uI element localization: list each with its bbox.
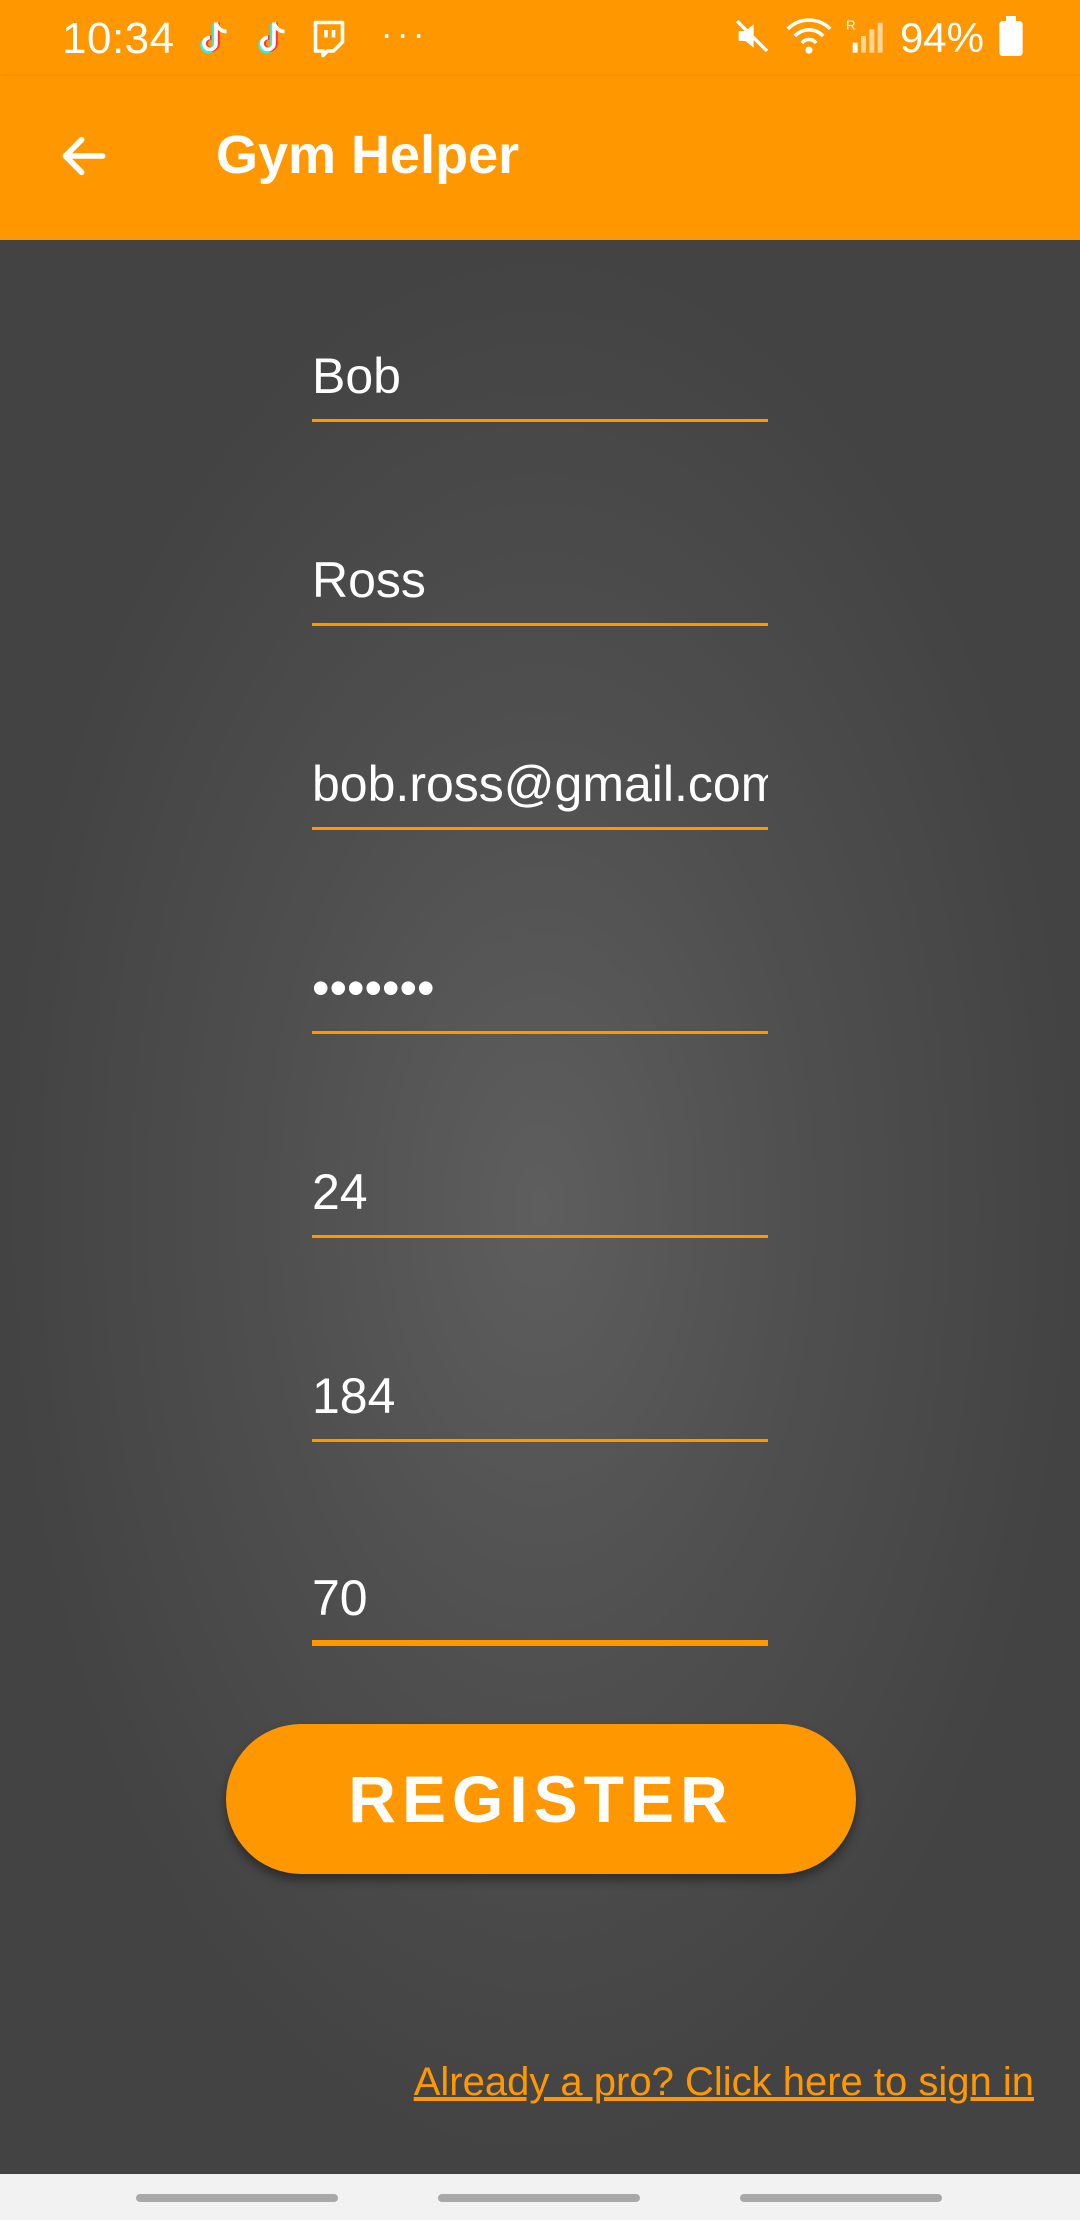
nav-back-handle[interactable]: [740, 2194, 942, 2202]
email-input[interactable]: [312, 740, 768, 827]
wifi-icon: [786, 16, 832, 61]
email-field[interactable]: [312, 740, 768, 830]
navigation-bar: [0, 2174, 1080, 2220]
height-input[interactable]: [312, 1352, 768, 1439]
battery-level: 94%: [899, 14, 984, 61]
last-name-input[interactable]: [312, 536, 768, 623]
age-input[interactable]: [312, 1148, 768, 1235]
first-name-field[interactable]: [312, 332, 768, 422]
age-field[interactable]: [312, 1148, 768, 1238]
battery-icon: [998, 15, 1024, 61]
app-title: Gym Helper: [216, 125, 520, 185]
weight-input[interactable]: [312, 1556, 768, 1640]
signal-icon: R: [846, 16, 886, 61]
tiktok-icon: [193, 17, 233, 61]
last-name-field[interactable]: [312, 536, 768, 626]
nav-recents-handle[interactable]: [136, 2194, 338, 2202]
svg-text:R: R: [846, 17, 856, 32]
sign-in-link[interactable]: Already a pro? Click here to sign in: [414, 2060, 1034, 2105]
password-field[interactable]: [312, 944, 768, 1034]
more-notifications-icon: ···: [380, 13, 429, 54]
arrow-left-icon: [62, 136, 106, 176]
nav-home-handle[interactable]: [438, 2194, 640, 2202]
back-button[interactable]: [40, 112, 128, 200]
tiktok-icon: [251, 17, 291, 61]
mute-icon: [732, 16, 772, 61]
first-name-input[interactable]: [312, 332, 768, 419]
app-bar: Gym Helper: [0, 76, 1080, 240]
status-time: 10:34: [62, 14, 175, 63]
password-input[interactable]: [312, 944, 768, 1031]
twitch-icon: [309, 17, 349, 61]
registration-form: REGISTER Already a pro? Click here to si…: [0, 240, 1080, 2174]
register-button[interactable]: REGISTER: [226, 1724, 856, 1874]
status-bar: 10:34 ··· R 94%: [0, 0, 1080, 76]
weight-field[interactable]: [312, 1556, 768, 1646]
height-field[interactable]: [312, 1352, 768, 1442]
